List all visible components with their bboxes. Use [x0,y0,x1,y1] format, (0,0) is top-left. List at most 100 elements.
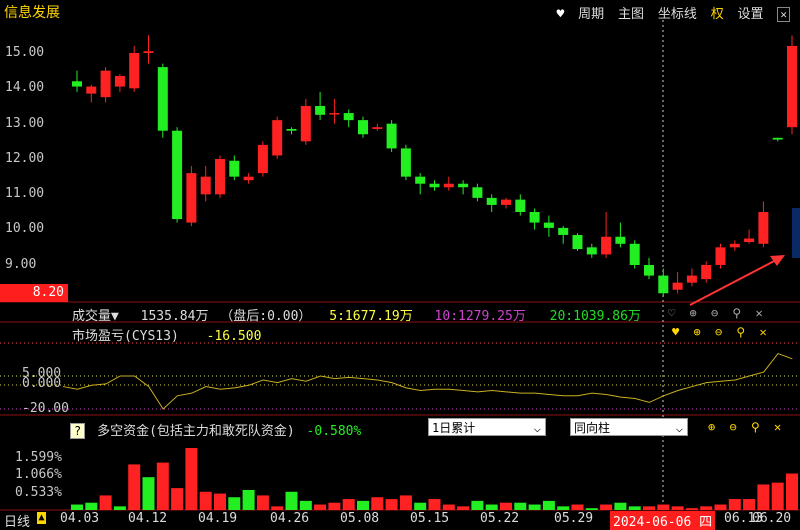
candle-body[interactable] [215,159,225,195]
candle-body[interactable] [644,265,654,276]
heart-icon[interactable]: ♡ [668,306,675,320]
fund-bar[interactable] [600,504,613,510]
fund-bar[interactable] [214,493,226,510]
help-icon[interactable]: ? [70,423,86,439]
rights-button[interactable]: 权 [711,7,724,22]
fund-bar[interactable] [242,489,255,510]
fund-bar[interactable] [342,499,355,510]
fund-bar[interactable] [528,504,541,510]
candle-body[interactable] [558,227,569,235]
candle-body[interactable] [586,247,597,255]
candle-body[interactable] [372,127,383,129]
fund-bar[interactable] [385,499,398,510]
fund-bar[interactable] [314,504,327,510]
fund-bar[interactable] [714,504,727,510]
fund-bar[interactable] [285,491,298,510]
close-icon[interactable]: ✕ [774,420,781,434]
zoom-out-icon[interactable]: ⊖ [729,420,736,434]
candle-body[interactable] [486,197,497,205]
candle-body[interactable] [386,123,397,149]
candle-body[interactable] [243,176,254,181]
candle-body[interactable] [515,199,526,212]
fund-bar[interactable] [328,502,341,510]
candle-body[interactable] [629,243,640,265]
candle-body[interactable] [315,106,326,115]
fund-bar[interactable] [85,502,98,510]
candle-body[interactable] [443,183,454,188]
fund-bar[interactable] [171,488,184,510]
fund-bar[interactable] [485,504,498,510]
zoom-out-icon[interactable]: ⊖ [715,325,722,339]
close-icon[interactable]: ✕ [759,325,766,339]
fund-bar[interactable] [671,506,684,510]
candle-body[interactable] [343,113,354,121]
candle-body[interactable] [543,222,554,228]
candle-body[interactable] [501,199,511,205]
fund-bar[interactable] [771,482,784,510]
candle-body[interactable] [129,53,140,89]
candle-body[interactable] [787,45,797,128]
candle-body[interactable] [257,144,268,174]
candle-body[interactable] [114,75,125,87]
fund-bar[interactable] [128,464,141,510]
fund-bar[interactable] [628,506,641,510]
fund-bar[interactable] [471,500,484,510]
candle-body[interactable] [729,243,740,248]
candle-body[interactable] [100,70,111,98]
candle-body[interactable] [572,234,583,250]
candle-body[interactable] [529,212,540,223]
zoom-in-icon[interactable]: ⊕ [689,306,696,320]
candle-body[interactable] [329,113,340,115]
candle-body[interactable] [615,236,626,244]
candle-body[interactable] [186,173,197,223]
period-indicator-icon[interactable]: ▲ [37,512,46,524]
fund-bar[interactable] [299,500,312,510]
candle-body[interactable] [601,236,612,255]
fund-bar[interactable] [99,495,112,510]
candle-body[interactable] [286,128,297,131]
candle-body[interactable] [715,247,726,265]
search-icon[interactable]: ⚲ [751,420,760,434]
fund-bar[interactable] [113,506,126,510]
candle-body[interactable] [200,176,211,195]
fund-bar[interactable] [514,502,527,510]
candle-body[interactable] [86,86,97,94]
candle-body[interactable] [157,67,168,131]
fund-bar[interactable] [571,504,584,510]
candle-body[interactable] [701,265,712,280]
candle-body[interactable] [429,183,440,188]
search-icon[interactable]: ⚲ [732,306,741,320]
candle-body[interactable] [72,81,82,87]
candle-body[interactable] [272,120,283,156]
fund-bar[interactable] [585,508,598,510]
fund-bar[interactable] [371,497,384,510]
fund-bar[interactable] [728,499,741,510]
candle-body[interactable] [415,176,426,184]
bar-style-select[interactable]: 同向柱 ⌵ [570,418,688,436]
zoom-in-icon[interactable]: ⊕ [708,420,715,434]
fund-bar[interactable] [414,502,427,510]
search-icon[interactable]: ⚲ [736,325,745,339]
candle-body[interactable] [744,238,755,243]
fund-bar[interactable] [786,473,798,510]
candle-body[interactable] [672,282,683,290]
candle-body[interactable] [229,160,240,177]
candle-body[interactable] [358,120,368,135]
close-icon[interactable]: ✕ [777,7,790,22]
fund-bar[interactable] [71,504,83,510]
zoom-in-icon[interactable]: ⊕ [693,325,700,339]
fund-bar[interactable] [428,499,441,510]
fund-bar[interactable] [142,477,155,510]
candle-body[interactable] [458,183,469,188]
candle-body[interactable] [172,130,183,220]
candle-body[interactable] [772,137,783,140]
fund-bar[interactable] [399,495,412,510]
close-icon[interactable]: ✕ [755,306,762,320]
candle-body[interactable] [400,148,411,177]
fund-bar[interactable] [357,500,369,510]
fund-bar[interactable] [700,506,713,510]
fund-bar[interactable] [542,500,555,510]
accumulation-select[interactable]: 1日累计 ⌵ [428,418,546,436]
side-scroll-bar[interactable] [792,208,800,258]
fund-bar[interactable] [685,508,698,510]
